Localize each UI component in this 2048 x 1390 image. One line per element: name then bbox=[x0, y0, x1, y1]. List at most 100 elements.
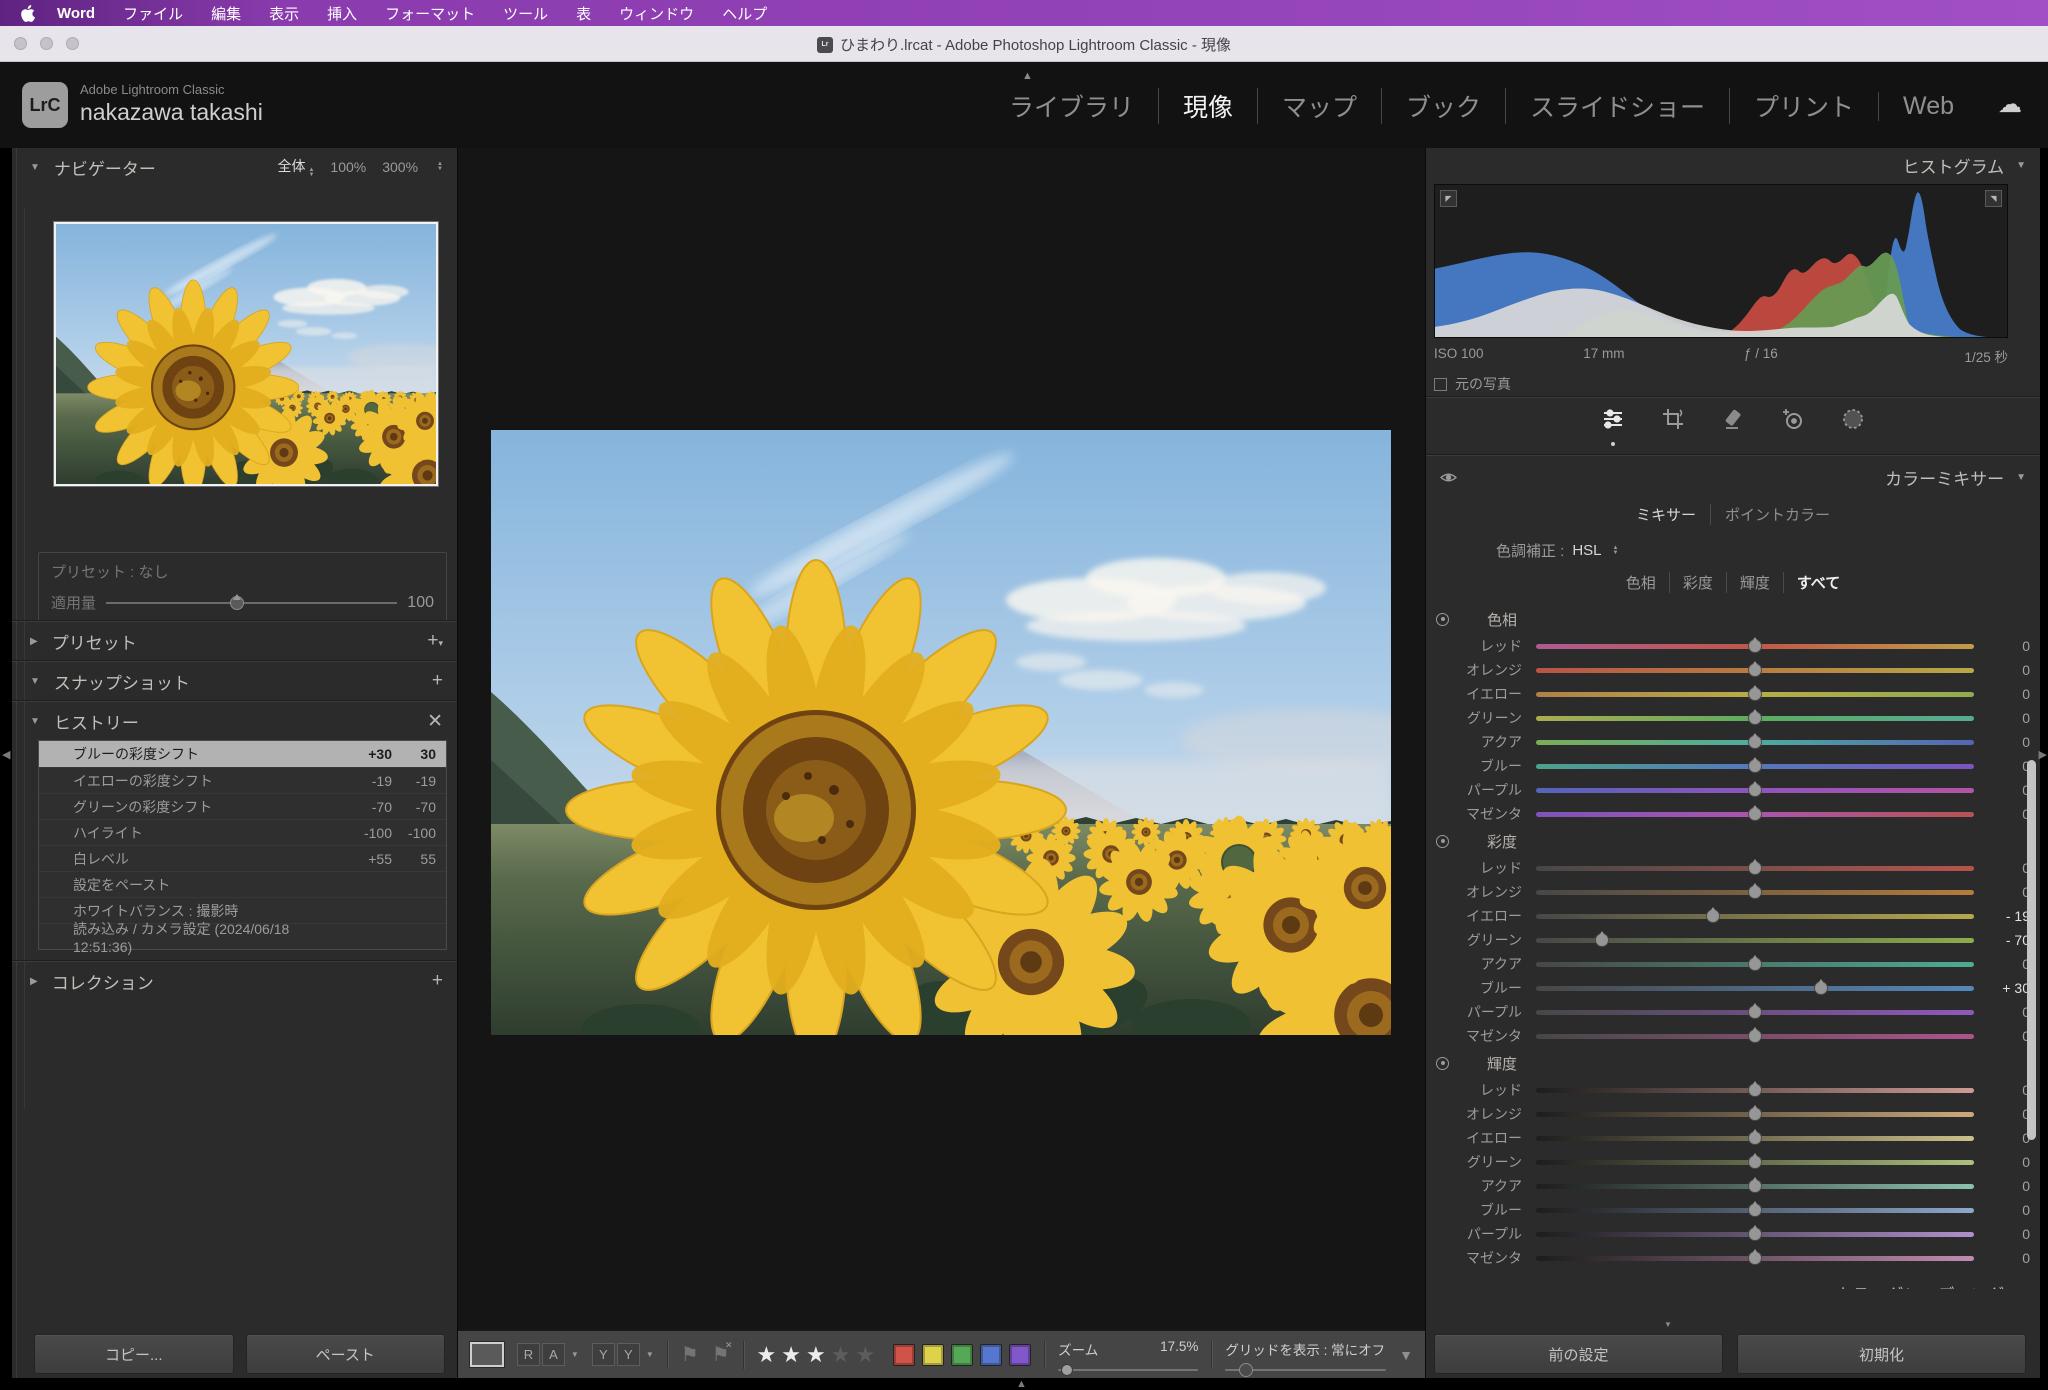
previous-settings-button[interactable]: 前の設定 bbox=[1434, 1334, 1723, 1374]
before-after-dropdown-icon[interactable]: ▼ bbox=[646, 1350, 654, 1359]
panel-reveal-arrow-bottom[interactable]: ▲ bbox=[1016, 1378, 1027, 1390]
collections-section-header[interactable]: ▶コレクション + bbox=[12, 962, 457, 1000]
star-icon[interactable]: ★ bbox=[757, 1342, 782, 1367]
menu-item[interactable]: フォーマット bbox=[385, 3, 475, 24]
color-label-icon[interactable] bbox=[893, 1344, 915, 1366]
slider-track[interactable] bbox=[1536, 644, 1974, 649]
slider-thumb[interactable] bbox=[1748, 861, 1762, 875]
cloud-sync-icon[interactable]: ☁ bbox=[1998, 90, 2022, 119]
histogram-header[interactable]: ヒストグラム▼ bbox=[1426, 148, 2040, 182]
paste-settings-button[interactable]: ペースト bbox=[246, 1334, 446, 1374]
slider-track[interactable] bbox=[1536, 788, 1974, 793]
slider-thumb[interactable] bbox=[1748, 759, 1762, 773]
color-label-icon[interactable] bbox=[922, 1344, 944, 1366]
slider-thumb[interactable] bbox=[1748, 1029, 1762, 1043]
panel-reveal-arrow-top[interactable]: ▲ bbox=[1022, 70, 1033, 82]
slider-track[interactable] bbox=[1536, 692, 1974, 697]
masking-tool-icon[interactable] bbox=[1838, 404, 1868, 434]
module-tab[interactable]: 現像 bbox=[1158, 88, 1257, 124]
hsl-mode-tab[interactable]: すべて bbox=[1783, 572, 1853, 593]
clear-history-icon[interactable]: ✕ bbox=[427, 710, 443, 733]
menu-item[interactable]: 挿入 bbox=[327, 3, 357, 24]
zoom-fit-button[interactable]: 全体▲▼ bbox=[277, 156, 314, 178]
history-section-header[interactable]: ▼ヒストリー ✕ bbox=[12, 702, 457, 740]
reference-view-r-button[interactable]: R bbox=[517, 1343, 540, 1366]
slider-track[interactable] bbox=[1536, 1112, 1974, 1117]
module-tab[interactable]: スライドショー bbox=[1505, 88, 1729, 124]
history-item[interactable]: イエローの彩度シフト -19 -19 bbox=[39, 767, 446, 793]
star-icon[interactable]: ★ bbox=[831, 1342, 856, 1367]
color-label-icon[interactable] bbox=[1009, 1344, 1031, 1366]
slider-track[interactable] bbox=[1536, 1088, 1974, 1093]
presets-section-header[interactable]: ▶プリセット +▾ bbox=[12, 622, 457, 660]
history-item[interactable]: 設定をペースト bbox=[39, 871, 446, 897]
slider-thumb[interactable] bbox=[1814, 981, 1828, 995]
color-label-icon[interactable] bbox=[980, 1344, 1002, 1366]
menu-item[interactable]: ヘルプ bbox=[722, 3, 767, 24]
panel-switch-eye-icon[interactable] bbox=[1440, 472, 1457, 483]
slider-track[interactable] bbox=[1536, 1232, 1974, 1237]
edit-basic-tool-icon[interactable] bbox=[1598, 404, 1628, 434]
loupe-view-button[interactable] bbox=[470, 1342, 504, 1367]
zoom-100-button[interactable]: 100% bbox=[330, 159, 366, 175]
menu-item[interactable]: 表示 bbox=[269, 3, 299, 24]
menu-item[interactable]: ファイル bbox=[123, 3, 183, 24]
slider-thumb[interactable] bbox=[1748, 711, 1762, 725]
red-eye-tool-icon[interactable] bbox=[1778, 404, 1808, 434]
slider-track[interactable] bbox=[1536, 986, 1974, 991]
zoom-slider[interactable] bbox=[1058, 1369, 1198, 1371]
amount-slider[interactable] bbox=[106, 602, 397, 604]
hsl-mode-tab[interactable]: 輝度 bbox=[1726, 572, 1783, 593]
zoom-window-button[interactable] bbox=[66, 37, 79, 50]
slider-track[interactable] bbox=[1536, 1136, 1974, 1141]
color-space-stepper-icon[interactable]: ▲▼ bbox=[1613, 546, 1619, 556]
module-tab[interactable]: ブック bbox=[1381, 88, 1505, 124]
grid-opacity-slider[interactable] bbox=[1225, 1369, 1386, 1371]
healing-tool-icon[interactable] bbox=[1718, 404, 1748, 434]
slider-track[interactable] bbox=[1536, 962, 1974, 967]
menu-item[interactable]: 編集 bbox=[211, 3, 241, 24]
slider-track[interactable] bbox=[1536, 1010, 1974, 1015]
menu-item[interactable]: ウィンドウ bbox=[619, 3, 694, 24]
navigator-preview[interactable] bbox=[54, 222, 438, 486]
add-preset-icon[interactable]: +▾ bbox=[427, 630, 443, 652]
history-item[interactable]: 白レベル +55 55 bbox=[39, 845, 446, 871]
next-panel-header-clipped[interactable]: カラーグレーディング▼ bbox=[1426, 1276, 2040, 1289]
toolbar-options-icon[interactable]: ▼ bbox=[1399, 1347, 1413, 1363]
slider-track[interactable] bbox=[1536, 866, 1974, 871]
star-icon[interactable]: ★ bbox=[806, 1342, 831, 1367]
slider-track[interactable] bbox=[1536, 1184, 1974, 1189]
slider-track[interactable] bbox=[1536, 1256, 1974, 1261]
history-item[interactable]: グリーンの彩度シフト -70 -70 bbox=[39, 793, 446, 819]
highlight-clipping-icon[interactable]: ◥ bbox=[1985, 190, 2002, 207]
menu-app-name[interactable]: Word bbox=[57, 5, 95, 22]
slider-thumb[interactable] bbox=[1748, 1179, 1762, 1193]
hsl-mode-tab[interactable]: 彩度 bbox=[1669, 572, 1726, 593]
slider-thumb[interactable] bbox=[1748, 663, 1762, 677]
module-tab[interactable]: ライブラリ bbox=[985, 88, 1158, 124]
slider-thumb[interactable] bbox=[1595, 933, 1609, 947]
slider-track[interactable] bbox=[1536, 1034, 1974, 1039]
close-window-button[interactable] bbox=[14, 37, 27, 50]
pick-flag-icon[interactable]: ⚑ bbox=[681, 1342, 699, 1367]
star-rating[interactable]: ★★★★★ bbox=[757, 1342, 881, 1368]
slider-track[interactable] bbox=[1536, 914, 1974, 919]
history-item[interactable]: ハイライト -100 -100 bbox=[39, 819, 446, 845]
slider-thumb[interactable] bbox=[1748, 1155, 1762, 1169]
slider-thumb[interactable] bbox=[1748, 1203, 1762, 1217]
module-tab[interactable]: Web bbox=[1878, 92, 1978, 121]
slider-track[interactable] bbox=[1536, 938, 1974, 943]
slider-thumb[interactable] bbox=[1748, 639, 1762, 653]
reference-dropdown-icon[interactable]: ▼ bbox=[571, 1350, 579, 1359]
slider-track[interactable] bbox=[1536, 1208, 1974, 1213]
history-item[interactable]: ブルーの彩度シフト +30 30 bbox=[39, 741, 446, 767]
target-adjust-icon[interactable] bbox=[1436, 835, 1449, 848]
slider-thumb[interactable] bbox=[1748, 1131, 1762, 1145]
color-space-value[interactable]: HSL bbox=[1572, 542, 1601, 559]
star-icon[interactable]: ★ bbox=[855, 1342, 880, 1367]
slider-track[interactable] bbox=[1536, 668, 1974, 673]
slider-thumb[interactable] bbox=[1706, 909, 1720, 923]
slider-track[interactable] bbox=[1536, 890, 1974, 895]
zoom-stepper-icon[interactable]: ▲▼ bbox=[437, 162, 443, 172]
module-tab[interactable]: プリント bbox=[1729, 88, 1878, 124]
